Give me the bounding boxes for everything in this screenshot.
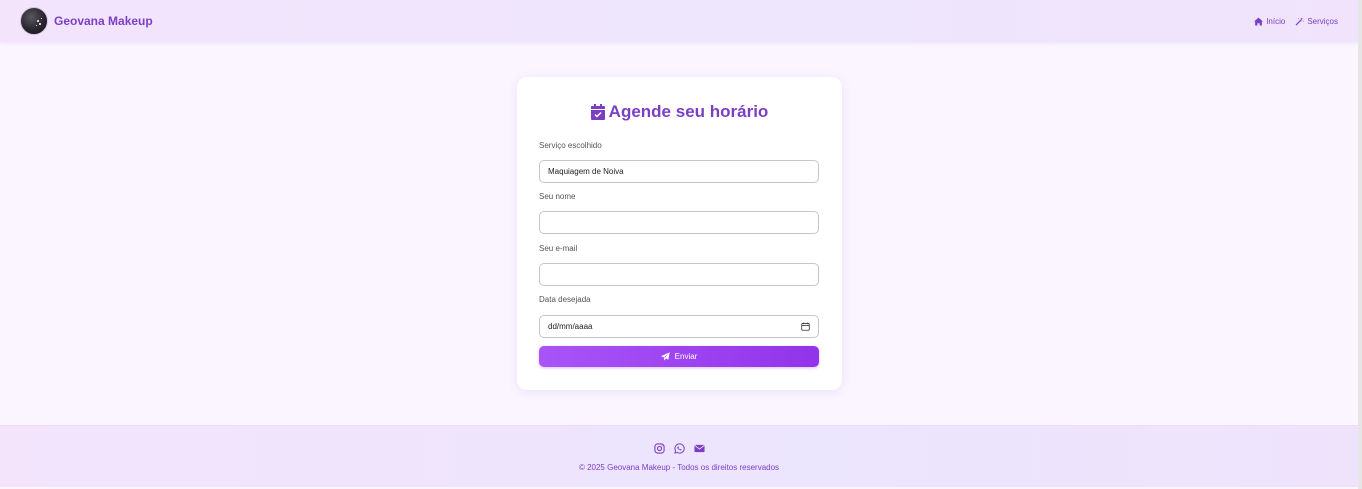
site-footer: © 2025 Geovana Makeup - Todos os direito… bbox=[0, 425, 1358, 487]
name-field[interactable] bbox=[539, 211, 819, 234]
date-label: Data desejada bbox=[539, 295, 591, 304]
service-value: Maquiagem de Noiva bbox=[548, 167, 624, 176]
date-field[interactable]: dd/mm/aaaa bbox=[539, 315, 819, 338]
copyright: © 2025 Geovana Makeup - Todos os direito… bbox=[578, 463, 780, 472]
whatsapp-icon bbox=[673, 443, 685, 454]
email-field[interactable] bbox=[539, 263, 819, 286]
booking-card: Agende seu horário Serviço escolhido Maq… bbox=[517, 77, 842, 390]
page-scrollbar[interactable] bbox=[1358, 0, 1362, 489]
paper-plane-icon bbox=[660, 352, 670, 361]
calendar-picker-icon[interactable] bbox=[801, 322, 810, 331]
nav-link-servicos[interactable]: Serviços bbox=[1295, 17, 1338, 26]
social-links bbox=[0, 441, 1358, 454]
date-value: dd/mm/aaaa bbox=[548, 322, 593, 331]
site-header: Geovana Makeup Início Serviços bbox=[0, 0, 1358, 42]
home-icon bbox=[1254, 17, 1264, 25]
service-field[interactable]: Maquiagem de Noiva bbox=[539, 160, 819, 183]
main-nav: Início Serviços bbox=[1254, 17, 1338, 26]
calendar-check-icon bbox=[590, 104, 605, 120]
instagram-icon bbox=[653, 443, 665, 454]
email-link[interactable] bbox=[693, 441, 705, 453]
whatsapp-link[interactable] bbox=[673, 441, 685, 454]
brand-logo[interactable] bbox=[20, 7, 48, 35]
envelope-icon bbox=[693, 444, 705, 453]
nav-link-label: Serviços bbox=[1307, 16, 1338, 26]
service-label: Serviço escolhido bbox=[539, 141, 602, 150]
submit-button[interactable]: Enviar bbox=[539, 346, 819, 367]
magic-wand-icon bbox=[1295, 17, 1305, 25]
brand[interactable]: Geovana Makeup bbox=[20, 7, 153, 35]
name-label: Seu nome bbox=[539, 192, 576, 201]
instagram-link[interactable] bbox=[653, 441, 665, 454]
nav-link-label: Início bbox=[1266, 16, 1286, 26]
nav-link-inicio[interactable]: Início bbox=[1254, 17, 1285, 26]
brand-name[interactable]: Geovana Makeup bbox=[54, 14, 153, 28]
submit-label: Enviar bbox=[674, 352, 698, 361]
page-title-text: Agende seu horário bbox=[608, 102, 769, 121]
page-title: Agende seu horário bbox=[517, 102, 842, 122]
email-label: Seu e-mail bbox=[539, 244, 578, 253]
